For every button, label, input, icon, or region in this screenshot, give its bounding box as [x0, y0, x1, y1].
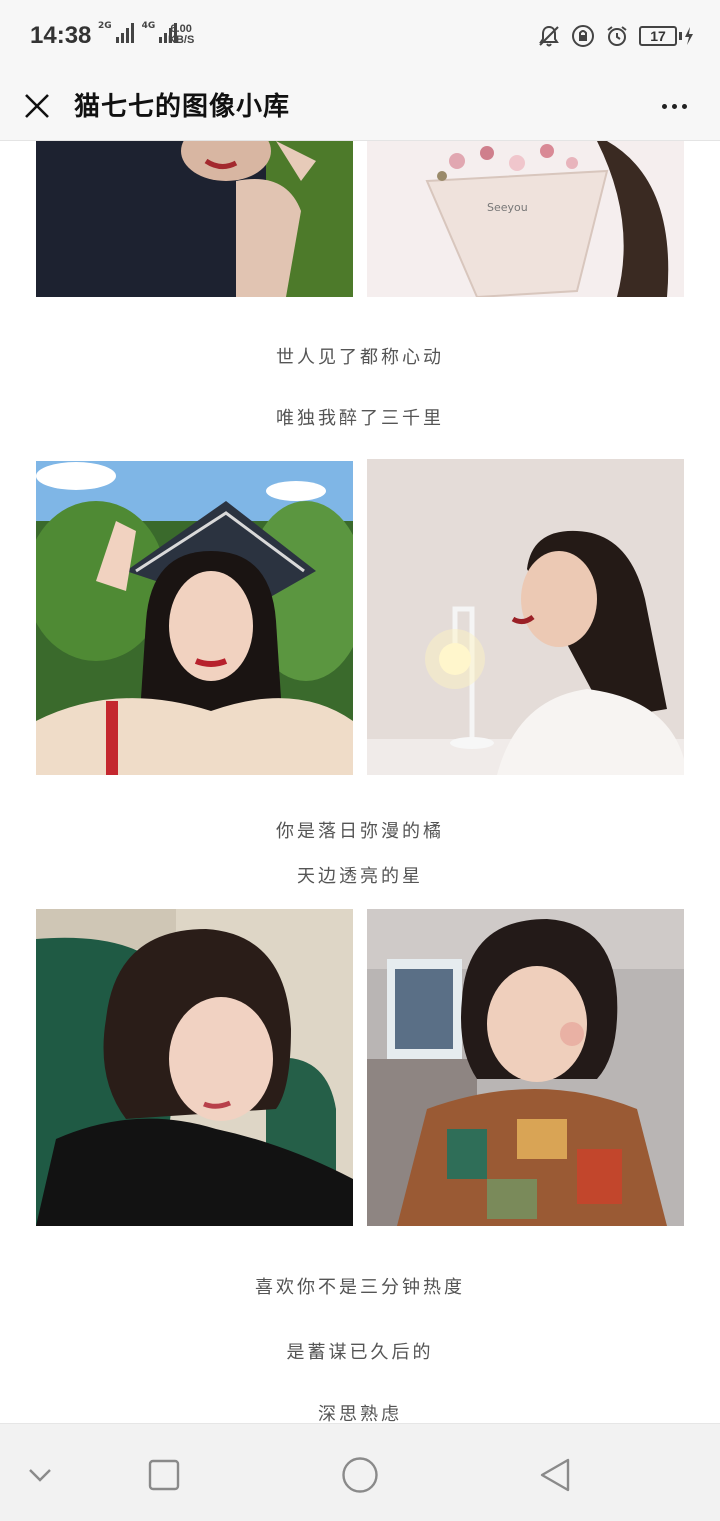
photo-girl-with-lamp[interactable] [367, 459, 684, 775]
sim2-label: 4G [141, 21, 156, 31]
caption-line: 深思熟虑 [318, 1404, 402, 1423]
photo-girl-on-green-sofa[interactable] [36, 909, 353, 1226]
system-navigation-bar [0, 1423, 720, 1521]
more-icon [661, 103, 667, 109]
close-icon [25, 94, 49, 118]
status-bar: 14:38 2G 4G 6.00 KB/S 17 [0, 0, 720, 72]
close-button[interactable] [20, 82, 54, 130]
photo-girl-in-patterned-jacket[interactable] [367, 909, 684, 1226]
photo-girl-with-book-on-head[interactable] [36, 461, 353, 775]
circle-home-icon [342, 1457, 378, 1493]
alarm-icon [607, 26, 627, 46]
square-recents-icon [148, 1459, 180, 1491]
mute-bell-icon [539, 25, 559, 47]
charging-icon [685, 27, 693, 45]
status-icons: 17 [537, 24, 694, 48]
page-title: 猫七七的图像小库 [74, 92, 291, 122]
lock-rotation-icon [572, 25, 594, 47]
caption-line: 世人见了都称心动 [276, 347, 444, 368]
status-time: 14:38 [30, 22, 92, 49]
back-button[interactable] [530, 1450, 580, 1500]
photo-girl-on-grass[interactable] [36, 141, 353, 297]
title-bar: 猫七七的图像小库 [0, 72, 720, 141]
chevron-down-icon [29, 1469, 51, 1482]
signal-group: 2G 4G [98, 21, 178, 43]
caption-line: 你是落日弥漫的橘 [276, 821, 444, 842]
svg-text:Seeyou: Seeyou [487, 201, 528, 214]
sim1-signal-icon [115, 23, 134, 43]
caption-line: 是蓄谋已久后的 [286, 1342, 434, 1363]
more-options-button[interactable] [654, 86, 694, 126]
home-button[interactable] [335, 1450, 385, 1500]
caption-line: 喜欢你不是三分钟热度 [255, 1277, 465, 1298]
battery-icon: 17 [639, 26, 694, 46]
collapse-nav-button[interactable] [15, 1450, 65, 1500]
caption-line: 天边透亮的星 [297, 866, 423, 887]
net-speed-unit: KB/S [168, 34, 195, 46]
triangle-back-icon [540, 1458, 570, 1492]
sim1-label: 2G [98, 21, 112, 31]
battery-level: 17 [639, 26, 677, 46]
caption-line: 唯独我醉了三千里 [276, 408, 444, 429]
net-speed: 6.00 KB/S [168, 24, 194, 46]
article-content[interactable]: Seeyou 世人见了都称心动 唯独我醉了三千里 你是落日弥漫的橘 天边透亮的星… [0, 141, 720, 1423]
photo-girl-with-bouquet[interactable]: Seeyou [367, 141, 684, 297]
recents-button[interactable] [139, 1450, 189, 1500]
